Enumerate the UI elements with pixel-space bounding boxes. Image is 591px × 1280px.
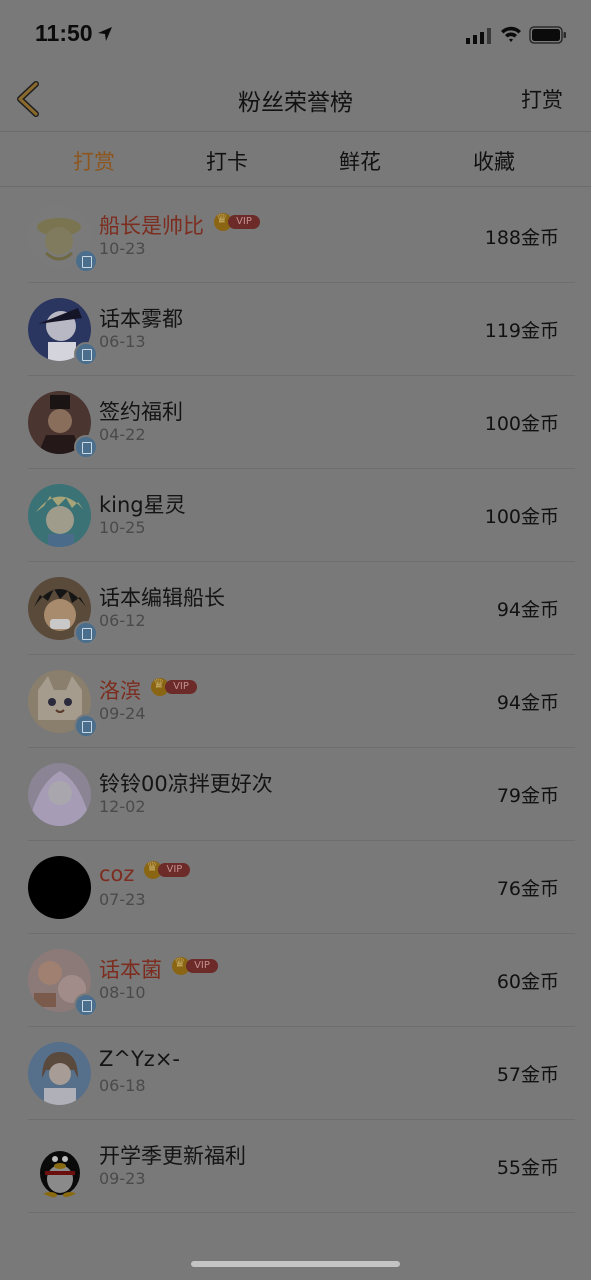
fan-name: 船长是帅比VIP	[99, 210, 260, 240]
tab-reward[interactable]: 打赏	[73, 146, 115, 176]
home-indicator[interactable]	[191, 1261, 400, 1267]
avatar	[28, 1042, 91, 1105]
reward-date: 10-25	[99, 518, 146, 537]
wifi-icon	[501, 26, 521, 42]
avatar	[28, 484, 91, 547]
reward-date: 06-12	[99, 611, 146, 630]
reward-date: 06-18	[99, 1076, 146, 1095]
coin-amount: 76金币	[496, 878, 559, 900]
list-item[interactable]: 开学季更新福利 09-23 55金币	[0, 1120, 591, 1213]
coin-amount: 94金币	[496, 599, 559, 621]
certified-badge-icon	[74, 714, 98, 738]
list-item[interactable]: 话本编辑船长 06-12 94金币	[0, 562, 591, 655]
reward-date: 12-02	[99, 797, 146, 816]
reward-date: 04-22	[99, 425, 146, 444]
coin-amount: 55金币	[496, 1157, 559, 1179]
coin-amount: 119金币	[484, 320, 559, 342]
list-item[interactable]: 船长是帅比VIP 10-23 188金币	[0, 190, 591, 283]
certified-badge-icon	[74, 342, 98, 366]
reward-date: 10-23	[99, 239, 146, 258]
avatar	[28, 763, 91, 826]
tab-checkin[interactable]: 打卡	[206, 146, 248, 176]
fan-ranking-list: 船长是帅比VIP 10-23 188金币 话本雾都 06-13 119金币	[0, 190, 591, 1213]
coin-amount: 94金币	[496, 692, 559, 714]
certified-badge-icon	[74, 249, 98, 273]
list-item[interactable]: cozVIP 07-23 76金币	[0, 841, 591, 934]
vip-badge: VIP	[144, 860, 191, 879]
nav-bar: 粉丝荣誉榜 打赏	[0, 70, 591, 132]
coin-amount: 60金币	[496, 971, 559, 993]
certified-badge-icon	[74, 435, 98, 459]
cellular-signal-icon	[466, 28, 491, 44]
fan-name: cozVIP	[99, 860, 191, 886]
fan-name: 话本菌VIP	[99, 954, 218, 984]
tab-divider	[0, 186, 591, 187]
certified-badge-icon	[74, 993, 98, 1017]
fan-name: 话本雾都	[99, 307, 183, 331]
fan-name: 签约福利	[99, 400, 183, 424]
fan-name: king星灵	[99, 493, 186, 517]
certified-badge-icon	[74, 621, 98, 645]
status-bar: 11:50	[0, 0, 591, 70]
reward-date: 09-23	[99, 1169, 146, 1188]
list-item[interactable]: king星灵 10-25 100金币	[0, 469, 591, 562]
battery-icon	[529, 26, 566, 44]
reward-date: 07-23	[99, 890, 146, 909]
tab-bar: 打赏 打卡 鲜花 收藏	[0, 132, 591, 186]
vip-badge: VIP	[151, 677, 197, 696]
coin-amount: 79金币	[496, 785, 559, 807]
fan-name: 铃铃00凉拌更好次	[99, 772, 273, 796]
status-time: 11:50	[35, 20, 93, 46]
avatar	[28, 856, 91, 919]
list-item[interactable]: 洛滨VIP 09-24 94金币	[0, 655, 591, 748]
list-item[interactable]: 话本菌VIP 08-10 60金币	[0, 934, 591, 1027]
coin-amount: 188金币	[484, 227, 559, 249]
tab-favorites[interactable]: 收藏	[473, 146, 515, 176]
fan-name: 话本编辑船长	[99, 586, 225, 610]
fan-name: Z^Yz×-	[99, 1047, 181, 1071]
vip-badge: VIP	[214, 212, 260, 231]
reward-date: 08-10	[99, 983, 146, 1002]
coin-amount: 100金币	[484, 506, 559, 528]
fan-name: 开学季更新福利	[99, 1144, 246, 1168]
tab-flowers[interactable]: 鲜花	[339, 146, 381, 176]
list-item[interactable]: Z^Yz×- 06-18 57金币	[0, 1027, 591, 1120]
location-arrow-icon	[98, 27, 112, 41]
page-title: 粉丝荣誉榜	[238, 90, 353, 116]
coin-amount: 100金币	[484, 413, 559, 435]
reward-date: 09-24	[99, 704, 146, 723]
reward-date: 06-13	[99, 332, 146, 351]
list-item[interactable]: 话本雾都 06-13 119金币	[0, 283, 591, 376]
reward-button[interactable]: 打赏	[521, 84, 563, 114]
avatar	[28, 1135, 91, 1198]
coin-amount: 57金币	[496, 1064, 559, 1086]
list-item[interactable]: 铃铃00凉拌更好次 12-02 79金币	[0, 748, 591, 841]
vip-badge: VIP	[172, 956, 218, 975]
fan-name: 洛滨VIP	[99, 675, 197, 705]
list-item[interactable]: 签约福利 04-22 100金币	[0, 376, 591, 469]
